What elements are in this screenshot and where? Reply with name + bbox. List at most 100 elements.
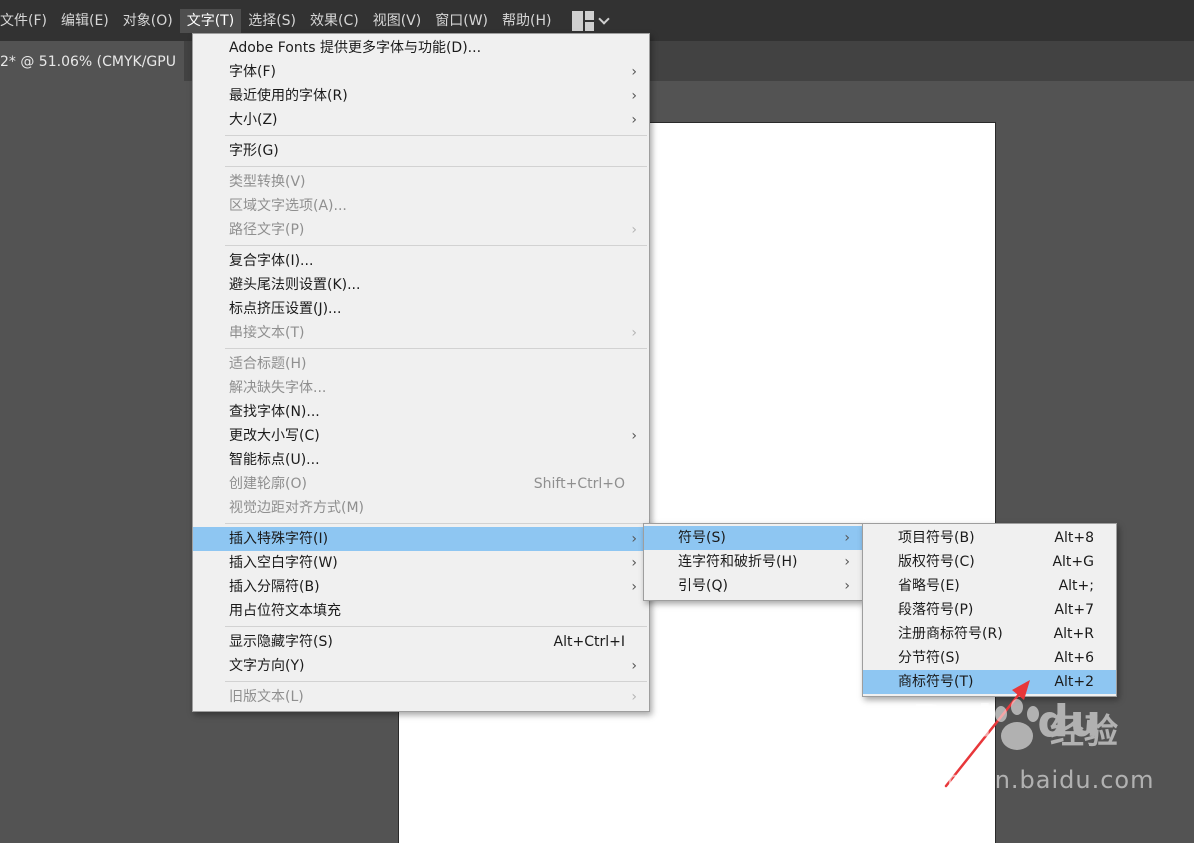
type-menu-item-label: 标点挤压设置(J)...	[229, 301, 342, 317]
special-char-item[interactable]: 连字符和破折号(H) ›	[644, 550, 862, 574]
type-menu-item[interactable]: 插入特殊字符(I) ›	[193, 527, 649, 551]
chevron-right-icon: ›	[631, 428, 637, 444]
type-menu-item: 解决缺失字体...	[193, 376, 649, 400]
type-menu-item-label: 创建轮廓(O)	[229, 476, 307, 492]
document-tab[interactable]: 2* @ 51.06% (CMYK/GPU	[0, 41, 184, 81]
type-menu-item-label: 类型转换(V)	[229, 174, 306, 190]
type-menu-item[interactable]: 字体(F) ›	[193, 60, 649, 84]
chevron-right-icon: ›	[631, 555, 637, 571]
type-menu-item[interactable]: 文字方向(Y) ›	[193, 654, 649, 678]
type-menu-item-label: 字形(G)	[229, 143, 279, 159]
menu-4[interactable]: 选择(S)	[241, 9, 303, 33]
type-menu-item-label: 旧版文本(L)	[229, 689, 304, 705]
symbol-item[interactable]: 段落符号(P) Alt+7	[863, 598, 1116, 622]
type-menu-item-label: 用占位符文本填充	[229, 603, 341, 619]
type-menu-item-label: 查找字体(N)...	[229, 404, 320, 420]
menu-3[interactable]: 文字(T)	[179, 8, 242, 33]
type-menu-item[interactable]: 插入分隔符(B) ›	[193, 575, 649, 599]
menu-separator	[225, 348, 647, 349]
chevron-right-icon: ›	[631, 689, 637, 705]
symbol-item[interactable]: 版权符号(C) Alt+G	[863, 550, 1116, 574]
chevron-right-icon: ›	[631, 222, 637, 238]
menu-6[interactable]: 视图(V)	[366, 9, 429, 33]
type-menu-item[interactable]: 插入空白字符(W) ›	[193, 551, 649, 575]
chevron-right-icon: ›	[844, 530, 850, 546]
type-menu-item: 适合标题(H)	[193, 352, 649, 376]
type-menu-item-label: 智能标点(U)...	[229, 452, 320, 468]
symbol-item-shortcut: Alt+2	[1054, 674, 1094, 690]
menu-0[interactable]: 文件(F)	[0, 9, 54, 33]
type-menu-item[interactable]: 智能标点(U)...	[193, 448, 649, 472]
type-menu-item[interactable]: 大小(Z) ›	[193, 108, 649, 132]
type-menu-item[interactable]: 避头尾法则设置(K)...	[193, 273, 649, 297]
menu-separator	[225, 626, 647, 627]
symbol-item-shortcut: Alt+6	[1054, 650, 1094, 666]
special-char-item-label: 符号(S)	[678, 530, 726, 546]
type-menu-item-shortcut: Shift+Ctrl+O	[533, 476, 625, 492]
type-menu-item-label: 插入分隔符(B)	[229, 579, 320, 595]
type-menu-item-label: 大小(Z)	[229, 112, 278, 128]
chevron-right-icon: ›	[631, 64, 637, 80]
type-menu-item: 旧版文本(L) ›	[193, 685, 649, 709]
chevron-right-icon: ›	[631, 88, 637, 104]
type-menu-item-label: 适合标题(H)	[229, 356, 307, 372]
chevron-right-icon: ›	[631, 325, 637, 341]
type-menu-item-label: 文字方向(Y)	[229, 658, 305, 674]
symbol-item-shortcut: Alt+;	[1058, 578, 1094, 594]
menu-separator	[225, 135, 647, 136]
special-char-item[interactable]: 符号(S) ›	[644, 526, 862, 550]
type-menu-item[interactable]: 最近使用的字体(R) ›	[193, 84, 649, 108]
chevron-right-icon: ›	[631, 112, 637, 128]
type-menu-item[interactable]: 显示隐藏字符(S) Alt+Ctrl+I	[193, 630, 649, 654]
type-menu-item[interactable]: 查找字体(N)...	[193, 400, 649, 424]
type-menu-item: 视觉边距对齐方式(M)	[193, 496, 649, 520]
layout-grid-icon	[572, 10, 595, 31]
menu-5[interactable]: 效果(C)	[303, 9, 366, 33]
type-menu-item-label: 复合字体(I)...	[229, 253, 314, 269]
type-menu-item-label: 插入空白字符(W)	[229, 555, 338, 571]
special-char-item-label: 连字符和破折号(H)	[678, 554, 798, 570]
type-menu-item: 区域文字选项(A)...	[193, 194, 649, 218]
symbol-item-shortcut: Alt+8	[1054, 530, 1094, 546]
special-char-item[interactable]: 引号(Q) ›	[644, 574, 862, 598]
chevron-down-icon	[598, 12, 611, 25]
special-char-item-label: 引号(Q)	[678, 578, 728, 594]
type-menu-item-label: 最近使用的字体(R)	[229, 88, 348, 104]
type-menu-item: 创建轮廓(O) Shift+Ctrl+O	[193, 472, 649, 496]
symbol-item-label: 版权符号(C)	[898, 554, 975, 570]
symbol-item-label: 省略号(E)	[898, 578, 960, 594]
type-menu: Adobe Fonts 提供更多字体与功能(D)... 字体(F) › 最近使用的字体…	[192, 33, 650, 712]
type-menu-item[interactable]: 复合字体(I)...	[193, 249, 649, 273]
menu-2[interactable]: 对象(O)	[116, 9, 180, 33]
type-menu-item[interactable]: Adobe Fonts 提供更多字体与功能(D)...	[193, 36, 649, 60]
symbol-item[interactable]: 注册商标符号(R) Alt+R	[863, 622, 1116, 646]
type-menu-item-label: 区域文字选项(A)...	[229, 198, 347, 214]
type-menu-item-label: 显示隐藏字符(S)	[229, 634, 333, 650]
workspace-switcher[interactable]	[572, 10, 611, 31]
menu-7[interactable]: 窗口(W)	[428, 9, 495, 33]
menu-separator	[225, 245, 647, 246]
symbol-item-shortcut: Alt+R	[1053, 626, 1094, 642]
chevron-right-icon: ›	[844, 578, 850, 594]
type-menu-item[interactable]: 标点挤压设置(J)...	[193, 297, 649, 321]
symbol-item[interactable]: 项目符号(B) Alt+8	[863, 526, 1116, 550]
type-menu-item[interactable]: 用占位符文本填充	[193, 599, 649, 623]
type-menu-item[interactable]: 字形(G)	[193, 139, 649, 163]
insert-special-character-submenu: 符号(S) › 连字符和破折号(H) › 引号(Q) ›	[643, 523, 863, 601]
chevron-right-icon: ›	[631, 658, 637, 674]
type-menu-item-label: 插入特殊字符(I)	[229, 531, 329, 547]
type-menu-item-label: Adobe Fonts 提供更多字体与功能(D)...	[229, 40, 482, 56]
menu-separator	[225, 166, 647, 167]
type-menu-item-shortcut: Alt+Ctrl+I	[553, 634, 625, 650]
type-menu-item-label: 解决缺失字体...	[229, 380, 327, 396]
symbol-item[interactable]: 分节符(S) Alt+6	[863, 646, 1116, 670]
symbol-item[interactable]: 省略号(E) Alt+;	[863, 574, 1116, 598]
symbol-item-shortcut: Alt+7	[1054, 602, 1094, 618]
menu-8[interactable]: 帮助(H)	[495, 9, 558, 33]
type-menu-item: 类型转换(V)	[193, 170, 649, 194]
menu-separator	[225, 681, 647, 682]
symbol-item-shortcut: Alt+G	[1052, 554, 1094, 570]
menu-1[interactable]: 编辑(E)	[54, 9, 116, 33]
type-menu-item-label: 视觉边距对齐方式(M)	[229, 500, 365, 516]
type-menu-item[interactable]: 更改大小写(C) ›	[193, 424, 649, 448]
